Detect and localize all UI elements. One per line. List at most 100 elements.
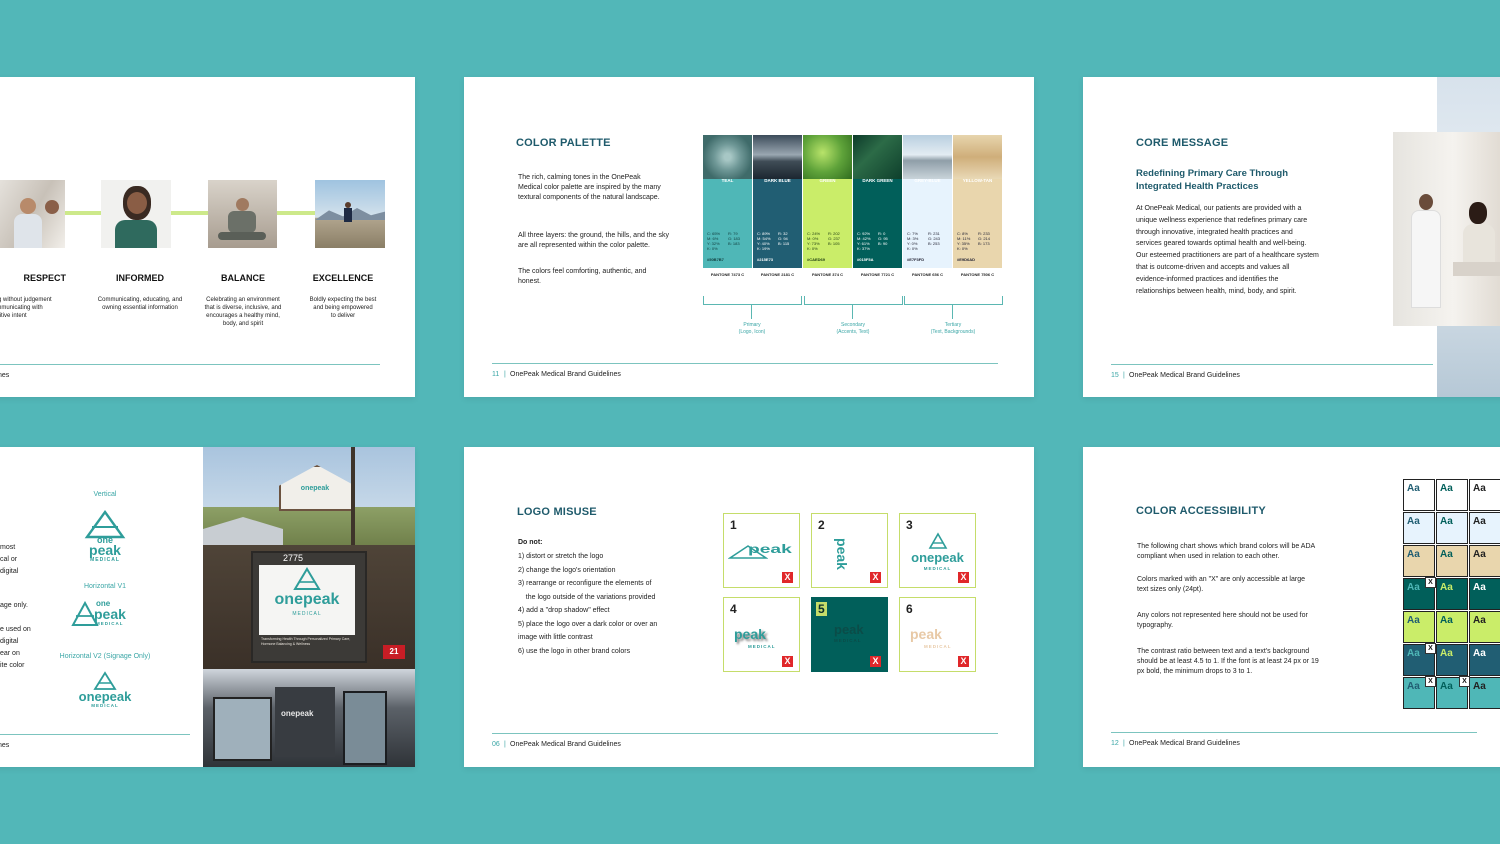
text-fragment-3: e used on digital ear on ite color [0,626,31,669]
label-horizontal-v1: Horizontal V1 [83,583,127,590]
large-text-only-mark: X [1425,676,1436,687]
value-title: BALANCE [221,273,265,283]
value-description: Celebrating an environment that is diver… [204,297,282,327]
logo-vertical: one peak MEDICAL [80,509,130,569]
misuse-example-5: 5 peak MEDICAL X [811,597,888,672]
peak-triangle-icon [293,567,321,590]
accessibility-cell: Aa [1436,479,1468,511]
misuse-item: 3) rearrange or reconfigure the elements… [518,580,652,587]
swatch-grey-blue: GREY-BLUE C: 7% M: 3% Y: 0% K: 0% R: 231 G… [903,135,952,268]
swatch-yellow-tan: YELLOW-TAN C: 8% M: 11% Y: 35% K: 0% R: 23… [953,135,1002,268]
value-description: ning without judgement communicating wit… [0,297,52,319]
palette-paragraph-1: The rich, calming tones in the OnePeak M… [518,174,661,201]
page-title: CORE MESSAGE [1136,137,1229,149]
large-text-only-mark: X [1459,676,1470,687]
x-mark: X [958,656,969,667]
accessibility-cell: Aa [1469,611,1500,643]
sign-subtext: Transforming Health Through Personalized… [261,637,351,646]
slide-core-message: CORE MESSAGE Redefining Primary Care Thr… [1083,77,1500,397]
misuse-list: 1) distort or stretch the logo 2) change … [518,550,688,658]
misuse-item: 1) distort or stretch the logo [518,553,604,560]
x-mark: X [870,572,881,583]
footer: 15 | OnePeak Medical Brand Guidelines [1083,364,1500,384]
misuse-item: image with little contrast [518,634,593,641]
accessibility-cell: Aa [1403,545,1435,577]
bracket-primary [703,296,802,305]
accessibility-cell: Aa [1436,545,1468,577]
pantone-label: PANTONE 7473 C [710,272,745,277]
photo-excellence [315,180,385,248]
large-text-only-mark: X [1425,577,1436,588]
accessibility-cell: Aa [1403,611,1435,643]
access-paragraph-2: Colors marked with an "X" are only acces… [1137,576,1305,593]
page-number: 15 [1111,372,1119,379]
label-horizontal-v2: Horizontal V2 (Signage Only) [59,653,151,660]
swatch-dark-blue: DARK BLUE C: 89% M: 54% Y: 40% K: 19% R: 3… [753,135,802,268]
accessibility-grid: Aa Aa Aa Aa Aa Aa Aa Aa Aa Aa Aa Aa Aa Aa Aa Aa Aa Aa Aa Aa… [1403,479,1500,711]
swatch-green: GREEN C: 24% M: 0% Y: 73% K: 0% R: 202 G: … [803,135,852,268]
core-body: At OnePeak Medical, our patients are pro… [1136,205,1319,295]
footer: 11 | OnePeak Medical Brand Guidelines [464,363,1034,383]
pantone-label: PANTONE 7506 C [960,272,995,277]
value-title: RESPECT [23,273,66,283]
accessibility-cell: Aa [1469,512,1500,544]
peak-triangle-icon [928,532,948,549]
photo-doctor-patient [1393,132,1500,326]
footer: 06 | OnePeak Medical Brand Guidelines [464,733,1034,753]
page-number: 06 [492,741,500,748]
core-subtitle: Redefining Primary Care Through Integrat… [1136,168,1289,192]
misuse-example-2: 2 peak X [811,513,888,588]
footer-text: OnePeak Medical Brand Guidelines [510,741,621,748]
x-mark: X [782,656,793,667]
footer: nes [0,364,415,384]
sign-number: 2775 [283,553,304,563]
access-paragraph-4: The contrast ratio between text and a te… [1137,648,1319,675]
accessibility-cell: Aa [1436,611,1468,643]
value-description: Communicating, educating, and owning ess… [97,297,183,311]
swatch-dark-green: DARK GREEN C: 92% M: 42% Y: 61% K: 37% R: … [853,135,902,268]
slide-logo-misuse: LOGO MISUSE Do not: 1) distort or stretc… [464,447,1034,767]
text-fragment-1: most cal or digital [0,544,19,575]
misuse-item: 5) place the logo over a dark color or o… [518,620,658,628]
misuse-example-1: 1 1 peak X [723,513,800,588]
tv-station-badge: 21 [383,645,405,659]
logo-horizontal-v2: onepeak MEDICAL [70,671,140,711]
accessibility-cell: Aa [1436,644,1468,676]
slide-color-palette: COLOR PALETTE The rich, calming tones in… [464,77,1034,397]
misuse-lead: Do not: [518,539,543,546]
x-mark: X [782,572,793,583]
value-title: INFORMED [116,273,164,283]
accessibility-cell: Aa [1403,479,1435,511]
swatch-grid: TEAL C: 65% M: 6% Y: 32% K: 0% R: 79 G: 18… [703,135,1003,285]
footer-text: OnePeak Medical Brand Guidelines [1129,740,1240,747]
peak-triangle-icon [93,671,117,690]
swatch-teal: TEAL C: 65% M: 6% Y: 32% K: 0% R: 79 G: 18… [703,135,752,268]
value-description: Boldly expecting the best and being empo… [309,297,377,319]
logo-horizontal-v1: one peak MEDICAL [70,599,140,629]
photo-informed [101,180,171,248]
misuse-item: the logo outside of the variations provi… [518,593,656,601]
group-tertiary-label: Tertiary (Text, Backgrounds) [930,322,976,335]
x-mark: X [958,572,969,583]
access-paragraph-1: The following chart shows which brand co… [1137,543,1315,560]
photo-balance [208,180,277,248]
slide-values: RESPECT ning without judgement communicat… [0,77,415,397]
accessibility-cell: Aa [1469,578,1500,610]
page-title: LOGO MISUSE [517,506,597,518]
misuse-item: 2) change the logo's orientation [518,566,616,574]
accessibility-cell: Aa [1469,545,1500,577]
footer-text: nes [0,742,10,749]
footer-text: OnePeak Medical Brand Guidelines [1129,372,1240,379]
text-fragment-2: age only. [0,602,28,609]
photo-signage-collage: onepeak 2775 onepeak MEDICAL Transformin… [203,447,415,767]
misuse-example-6: 6 peak MEDICAL X [899,597,976,672]
access-paragraph-3: Any colors not represented here should n… [1137,612,1308,629]
value-title: EXCELLENCE [312,273,374,283]
misuse-item: 4) add a "drop shadow" effect [518,607,610,614]
accessibility-cell: Aa [1469,677,1500,709]
accessibility-cell: Aa [1469,479,1500,511]
misuse-example-4: 4 peak MEDICAL X [723,597,800,672]
accessibility-cell: Aa [1469,644,1500,676]
pantone-label: PANTONE 656 C [912,272,943,277]
large-text-only-mark: X [1425,643,1436,654]
